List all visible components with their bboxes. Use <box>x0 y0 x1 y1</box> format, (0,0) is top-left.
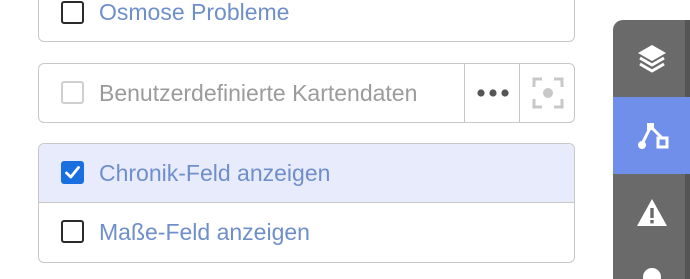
custom-map-data-label: Benutzerdefinierte Kartendaten <box>99 80 418 106</box>
panels-option-group: Chronik-Feld anzeigen Maße-Feld anzeigen <box>38 143 575 263</box>
osmose-option-row[interactable]: Osmose Probleme <box>39 0 574 41</box>
custom-map-data-checkbox <box>61 81 84 104</box>
ellipsis-icon <box>476 89 509 97</box>
map-pin-button[interactable] <box>613 251 690 279</box>
osmose-checkbox[interactable] <box>61 1 84 24</box>
warning-icon <box>636 198 667 226</box>
custom-map-settings-button[interactable] <box>464 64 520 122</box>
map-pin-icon <box>642 268 661 279</box>
zoom-to-data-icon <box>532 77 563 109</box>
history-panel-checkbox[interactable] <box>61 161 84 184</box>
history-panel-label: Chronik-Feld anzeigen <box>99 160 331 186</box>
measure-panel-checkbox[interactable] <box>61 220 84 243</box>
osmose-label: Osmose Probleme <box>99 0 290 25</box>
issues-button[interactable] <box>613 174 690 251</box>
osmose-option-box: Osmose Probleme <box>38 0 575 42</box>
history-panel-row[interactable]: Chronik-Feld anzeigen <box>39 144 574 203</box>
layers-icon <box>637 44 666 72</box>
map-data-sidebar <box>613 20 690 279</box>
measure-panel-label: Maße-Feld anzeigen <box>99 219 310 245</box>
map-data-button[interactable] <box>613 97 690 174</box>
custom-map-data-box: Benutzerdefinierte Kartendaten <box>38 63 575 123</box>
data-nodes-icon <box>637 122 668 149</box>
check-icon <box>65 166 80 179</box>
custom-map-zoom-button[interactable] <box>519 64 575 122</box>
measure-panel-row[interactable]: Maße-Feld anzeigen <box>39 203 574 261</box>
background-layers-button[interactable] <box>613 20 690 97</box>
